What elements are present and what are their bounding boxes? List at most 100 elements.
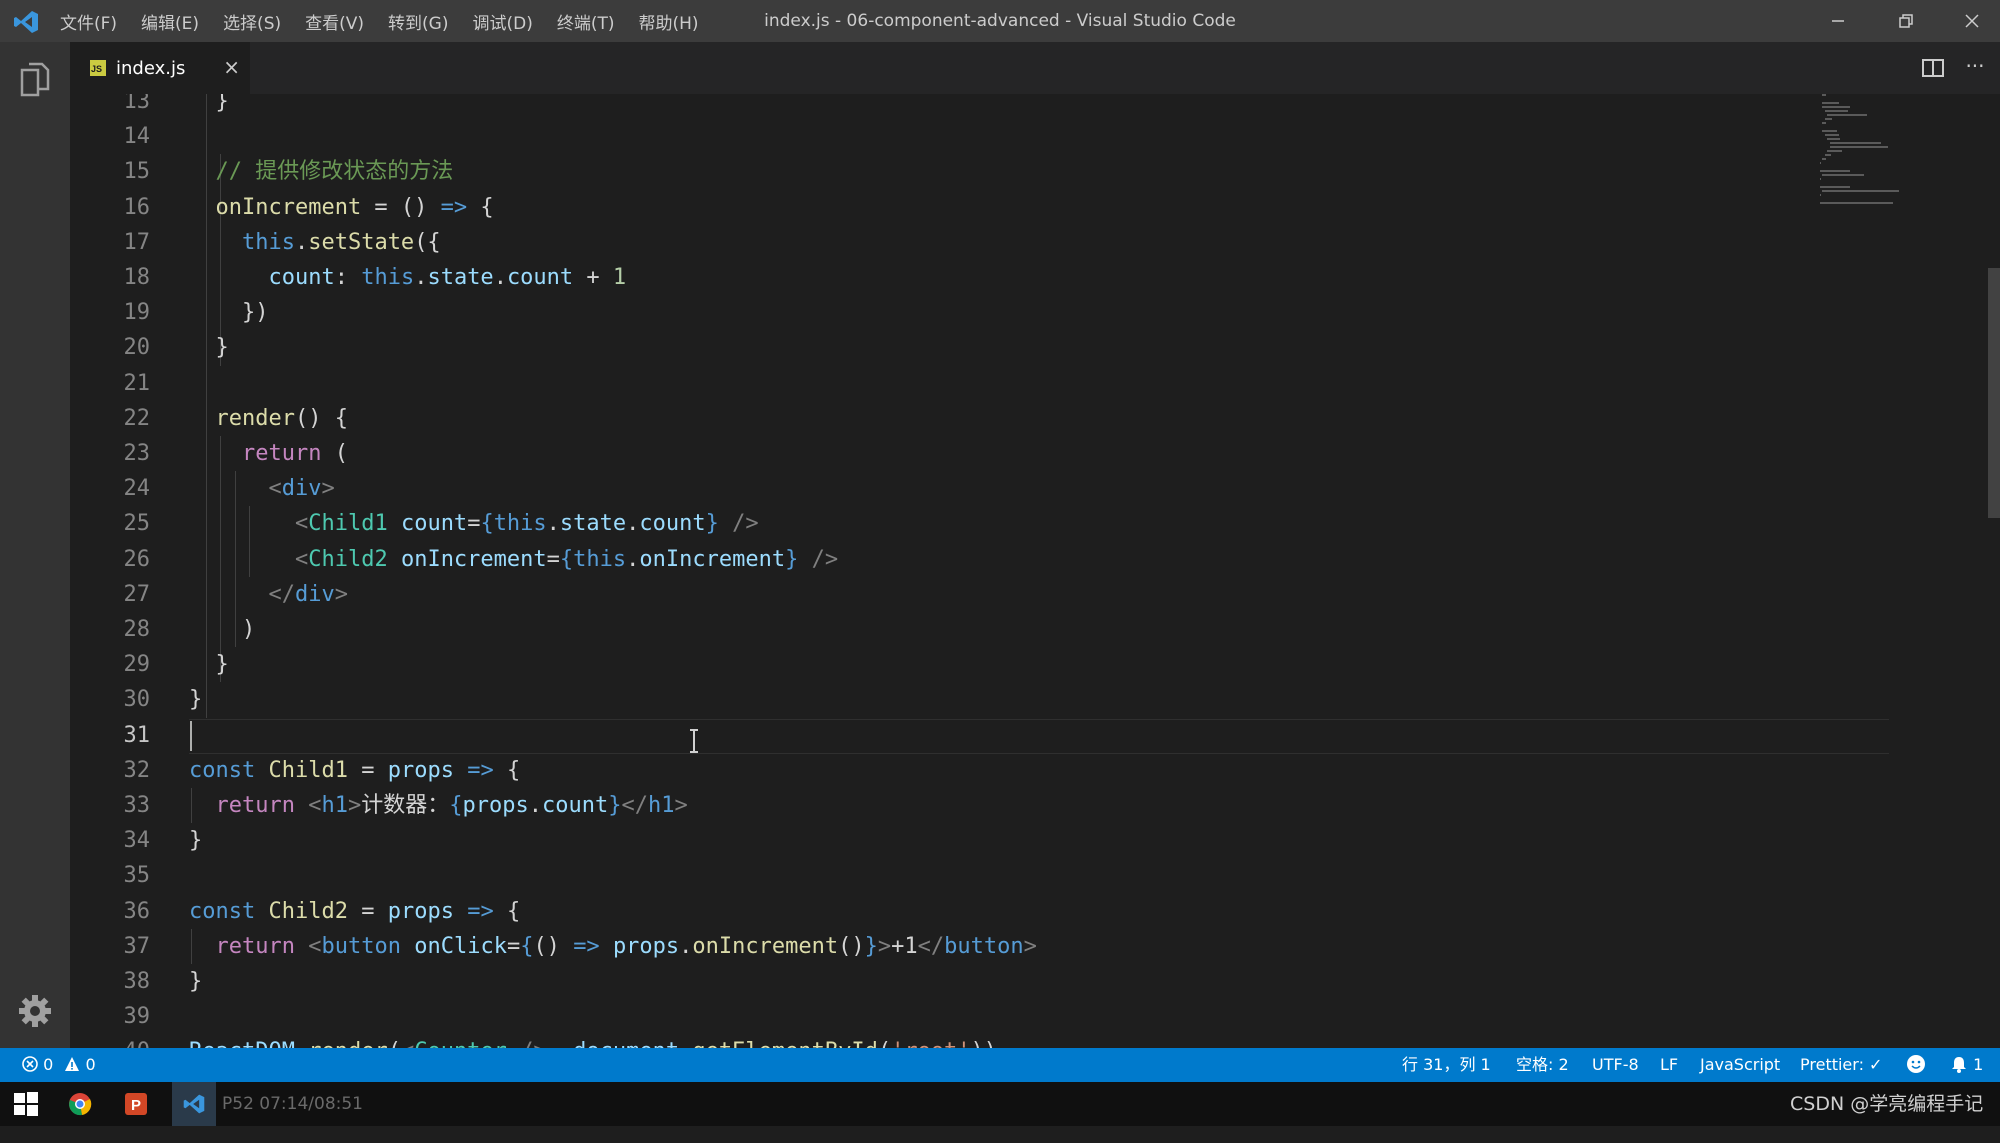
- line-number: 25: [123, 511, 151, 537]
- code-token: props: [387, 898, 454, 924]
- line-number: 14: [123, 124, 151, 150]
- code-editor[interactable]: 13 14 15 16 17 18 19 20 21 22 23 24 25 26 27 28 29 30 31 32…: [70, 94, 2000, 1048]
- line-number: 36: [123, 898, 151, 924]
- code-line[interactable]: const Child2 = props => {: [189, 894, 520, 929]
- code-line[interactable]: <Child2 onIncrement={this.onIncrement} /…: [189, 542, 838, 577]
- code-token: >: [347, 793, 362, 818]
- code-line[interactable]: }): [189, 295, 269, 330]
- code-area[interactable]: } // 提供修改状态的方法 onIncrement = () => { thi…: [189, 94, 2000, 1048]
- code-line[interactable]: const Child1 = props => {: [189, 753, 520, 788]
- code-line[interactable]: return <button onClick={() => props.onIn…: [189, 929, 1037, 964]
- menu-item[interactable]: 终端(T): [557, 9, 615, 34]
- restore-button[interactable]: [1878, 0, 1934, 42]
- minimap-line: [1827, 114, 1867, 116]
- code-token: <: [308, 793, 322, 818]
- line-number: 30: [123, 687, 151, 713]
- menu-item[interactable]: 文件(F): [60, 9, 117, 34]
- code-token: =: [546, 546, 560, 572]
- line-number: 26: [123, 546, 151, 572]
- split-editor-icon[interactable]: [1920, 55, 1946, 81]
- code-line[interactable]: ReactDOM.render(<Counter />, document.ge…: [189, 1034, 997, 1048]
- code-line[interactable]: return (: [189, 436, 348, 471]
- code-line[interactable]: return <h1>计数器：{props.count}</h1>: [189, 788, 688, 823]
- powerpoint-icon[interactable]: P: [124, 1092, 148, 1116]
- minimize-button[interactable]: [1810, 0, 1866, 42]
- code-line[interactable]: </div>: [189, 577, 348, 612]
- code-line[interactable]: }: [189, 94, 228, 119]
- more-actions-icon[interactable]: ···: [1962, 55, 1988, 81]
- code-line[interactable]: }: [189, 964, 202, 999]
- cursor-position[interactable]: 行 31，列 1: [1402, 1048, 1491, 1082]
- activity-bar: [0, 42, 70, 1048]
- code-token: Child2: [268, 898, 348, 924]
- minimap-line: [1827, 138, 1841, 140]
- code-line[interactable]: <Child1 count={this.state.count} />: [189, 506, 759, 541]
- line-number: 33: [123, 793, 151, 818]
- minimap-line: [1820, 194, 1822, 196]
- menu-item[interactable]: 调试(D): [472, 9, 532, 34]
- code-token: }: [608, 793, 622, 818]
- code-line[interactable]: }: [189, 823, 202, 858]
- minimap-line: [1820, 170, 1850, 172]
- code-line[interactable]: // 提供修改状态的方法: [189, 154, 453, 189]
- code-line[interactable]: }: [189, 330, 229, 365]
- code-token: button: [321, 933, 401, 959]
- language-mode[interactable]: JavaScript: [1700, 1048, 1780, 1082]
- code-token: {: [480, 511, 494, 537]
- gear-icon[interactable]: [15, 991, 55, 1031]
- scrollbar-thumb[interactable]: [1988, 268, 2000, 518]
- feedback-smiley[interactable]: [1906, 1048, 1926, 1082]
- minimap-line: [1822, 190, 1900, 192]
- tab-close-button[interactable]: ×: [223, 56, 240, 78]
- code-token: props: [462, 793, 529, 818]
- notifications[interactable]: 1: [1950, 1048, 1983, 1082]
- prettier-status[interactable]: Prettier: ✓: [1800, 1048, 1882, 1082]
- code-token: document: [573, 1039, 679, 1048]
- code-token: .: [546, 511, 560, 537]
- windows-start-icon[interactable]: [14, 1092, 38, 1116]
- line-number: 16: [123, 194, 151, 220]
- menu-item[interactable]: 编辑(E): [141, 9, 199, 34]
- menu-item[interactable]: 转到(G): [388, 9, 448, 34]
- explorer-files-icon[interactable]: [18, 60, 52, 98]
- code-line[interactable]: ): [189, 612, 255, 647]
- vscode-taskbar-button[interactable]: [172, 1082, 216, 1126]
- minimap[interactable]: [1820, 94, 1930, 234]
- code-line[interactable]: }: [189, 682, 202, 717]
- indentation-setting[interactable]: 空格: 2: [1516, 1048, 1569, 1082]
- code-line[interactable]: render() {: [189, 401, 348, 436]
- minimap-line: [1822, 94, 1826, 96]
- eol-setting[interactable]: LF: [1660, 1048, 1678, 1082]
- line-number: 20: [123, 335, 151, 361]
- code-token: props: [387, 757, 454, 783]
- code-line[interactable]: }: [189, 647, 228, 682]
- code-token: +1: [891, 933, 918, 959]
- chrome-icon[interactable]: [68, 1092, 92, 1116]
- line-number: 18: [123, 265, 151, 290]
- code-token: .: [414, 265, 428, 290]
- code-token: =: [506, 933, 521, 959]
- menu-item[interactable]: 查看(V): [305, 9, 364, 34]
- code-line[interactable]: <div>: [189, 471, 334, 506]
- code-token: onIncrement: [189, 194, 362, 220]
- code-line[interactable]: onIncrement = () => {: [189, 190, 493, 225]
- code-token: <: [294, 511, 309, 537]
- menu-item[interactable]: 帮助(H): [639, 9, 699, 34]
- code-token: .: [493, 265, 507, 290]
- code-line[interactable]: this.setState({: [189, 225, 441, 260]
- code-token: }: [189, 335, 229, 361]
- line-number: 27: [123, 581, 151, 607]
- menu-item[interactable]: 选择(S): [223, 9, 281, 34]
- encoding-setting[interactable]: UTF-8: [1592, 1048, 1639, 1082]
- code-line[interactable]: count: this.state.count + 1: [189, 260, 626, 295]
- tab-index-js[interactable]: JS index.js ×: [70, 42, 250, 94]
- vertical-scrollbar[interactable]: [1986, 94, 2000, 1048]
- code-token: Child1: [308, 511, 388, 537]
- close-window-button[interactable]: [1944, 0, 2000, 42]
- problems-indicator[interactable]: 0 0: [22, 1048, 96, 1082]
